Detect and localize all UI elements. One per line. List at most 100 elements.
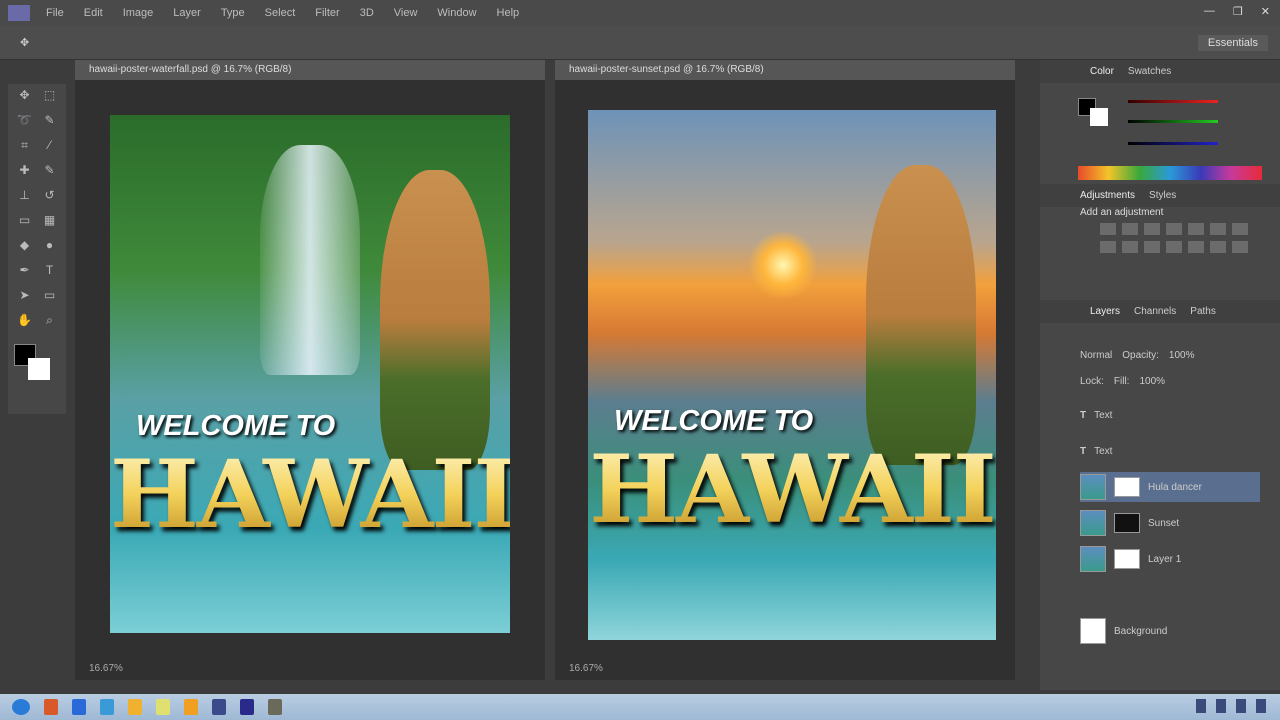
maximize-button[interactable]: ❐ [1233,5,1243,18]
path-select-icon[interactable]: ➤ [12,288,37,313]
move-tool-icon[interactable]: ✥ [12,88,37,113]
app-icon[interactable] [44,699,58,715]
menu-help[interactable]: Help [497,7,520,19]
document-tab-2[interactable]: hawaii-poster-sunset.psd @ 16.7% (RGB/8) [555,60,1015,80]
lookup-icon[interactable] [1166,241,1182,253]
blur-tool-icon[interactable]: ◆ [12,238,37,263]
layer-mask[interactable] [1114,477,1140,497]
fill-input[interactable]: 100% [1139,376,1165,387]
layer-row[interactable]: T Text [1080,400,1260,430]
menu-filter[interactable]: Filter [315,7,339,19]
lasso-tool-icon[interactable]: ➰ [12,113,37,138]
type-tool-icon[interactable]: T [37,263,62,288]
photo-filter-icon[interactable] [1122,241,1138,253]
layer-row[interactable]: Sunset [1080,508,1260,538]
workspace-switcher[interactable]: Essentials [1197,35,1268,51]
eraser-tool-icon[interactable]: ▭ [12,213,37,238]
adjustment-icons [1100,223,1250,253]
tab-paths[interactable]: Paths [1190,306,1216,317]
opacity-label: Opacity: [1122,350,1159,361]
hue-icon[interactable] [1210,223,1226,235]
threshold-icon[interactable] [1232,241,1248,253]
menu-window[interactable]: Window [437,7,476,19]
menu-file[interactable]: File [46,7,64,19]
levels-icon[interactable] [1122,223,1138,235]
tab-channels[interactable]: Channels [1134,306,1176,317]
invert-icon[interactable] [1188,241,1204,253]
tray-icon[interactable] [1196,699,1206,713]
menu-3d[interactable]: 3D [360,7,374,19]
color-balance-icon[interactable] [1232,223,1248,235]
tray-icon[interactable] [1236,699,1246,713]
crop-tool-icon[interactable]: ⌗ [12,138,37,163]
background-color-swatch[interactable] [28,358,50,380]
app-icon[interactable] [156,699,170,715]
tab-color[interactable]: Color [1090,66,1114,77]
gradient-tool-icon[interactable]: ▦ [37,213,62,238]
zoom-level[interactable]: 16.67% [89,663,123,674]
document-tab-1[interactable]: hawaii-poster-waterfall.psd @ 16.7% (RGB… [75,60,545,80]
history-brush-icon[interactable]: ↺ [37,188,62,213]
close-button[interactable]: ✕ [1261,5,1270,18]
app-icon[interactable] [100,699,114,715]
app-icon[interactable] [184,699,198,715]
posterize-icon[interactable] [1210,241,1226,253]
pen-tool-icon[interactable]: ✒ [12,263,37,288]
move-tool-icon[interactable]: ✥ [20,36,29,49]
blend-mode-select[interactable]: Normal [1080,350,1112,361]
stamp-tool-icon[interactable]: ⊥ [12,188,37,213]
photoshop-task-icon[interactable] [212,699,226,715]
marquee-tool-icon[interactable]: ⬚ [37,88,62,113]
layer-mask[interactable] [1114,513,1140,533]
zoom-level[interactable]: 16.67% [569,663,603,674]
layer-mask[interactable] [1114,549,1140,569]
menu-select[interactable]: Select [265,7,296,19]
color-panel-background[interactable] [1090,108,1108,126]
tab-layers[interactable]: Layers [1090,306,1120,317]
shape-tool-icon[interactable]: ▭ [37,288,62,313]
minimize-button[interactable]: — [1204,5,1215,18]
app-icon[interactable] [268,699,282,715]
vibrance-icon[interactable] [1188,223,1204,235]
menu-type[interactable]: Type [221,7,245,19]
poster-canvas-sunset[interactable]: WELCOME TO HAWAII [588,110,996,640]
green-slider[interactable] [1128,120,1218,123]
brush-tool-icon[interactable]: ✎ [37,163,62,188]
healing-tool-icon[interactable]: ✚ [12,163,37,188]
eyedropper-tool-icon[interactable]: ⁄ [37,138,62,163]
zoom-tool-icon[interactable]: ⌕ [37,313,62,338]
tab-swatches[interactable]: Swatches [1128,66,1171,77]
menu-edit[interactable]: Edit [84,7,103,19]
dodge-tool-icon[interactable]: ● [37,238,62,263]
opacity-input[interactable]: 100% [1169,350,1195,361]
bw-icon[interactable] [1100,241,1116,253]
photoshop-task-icon[interactable] [240,699,254,715]
options-bar: ✥ Essentials [0,26,1280,60]
menu-image[interactable]: Image [123,7,154,19]
red-slider[interactable] [1128,100,1218,103]
layer-row[interactable]: Layer 1 [1080,544,1260,574]
waterfall-image [260,145,360,375]
menu-layer[interactable]: Layer [173,7,201,19]
exposure-icon[interactable] [1166,223,1182,235]
tray-icon[interactable] [1256,699,1266,713]
hand-tool-icon[interactable]: ✋ [12,313,37,338]
start-button-icon[interactable] [12,699,30,715]
brightness-icon[interactable] [1100,223,1116,235]
curves-icon[interactable] [1144,223,1160,235]
tab-adjustments[interactable]: Adjustments [1080,190,1135,201]
app-icon[interactable] [72,699,86,715]
tab-styles[interactable]: Styles [1149,190,1176,201]
quick-select-tool-icon[interactable]: ✎ [37,113,62,138]
channel-mixer-icon[interactable] [1144,241,1160,253]
color-spectrum[interactable] [1078,166,1262,180]
tray-icon[interactable] [1216,699,1226,713]
layer-row[interactable]: T Text [1080,436,1260,466]
menu-view[interactable]: View [394,7,418,19]
layer-row[interactable]: Background [1080,616,1260,646]
layer-thumbnail [1080,618,1106,644]
blue-slider[interactable] [1128,142,1218,145]
folder-icon[interactable] [128,699,142,715]
poster-canvas-waterfall[interactable]: WELCOME TO HAWAII [110,115,510,633]
layer-row-selected[interactable]: Hula dancer [1080,472,1260,502]
